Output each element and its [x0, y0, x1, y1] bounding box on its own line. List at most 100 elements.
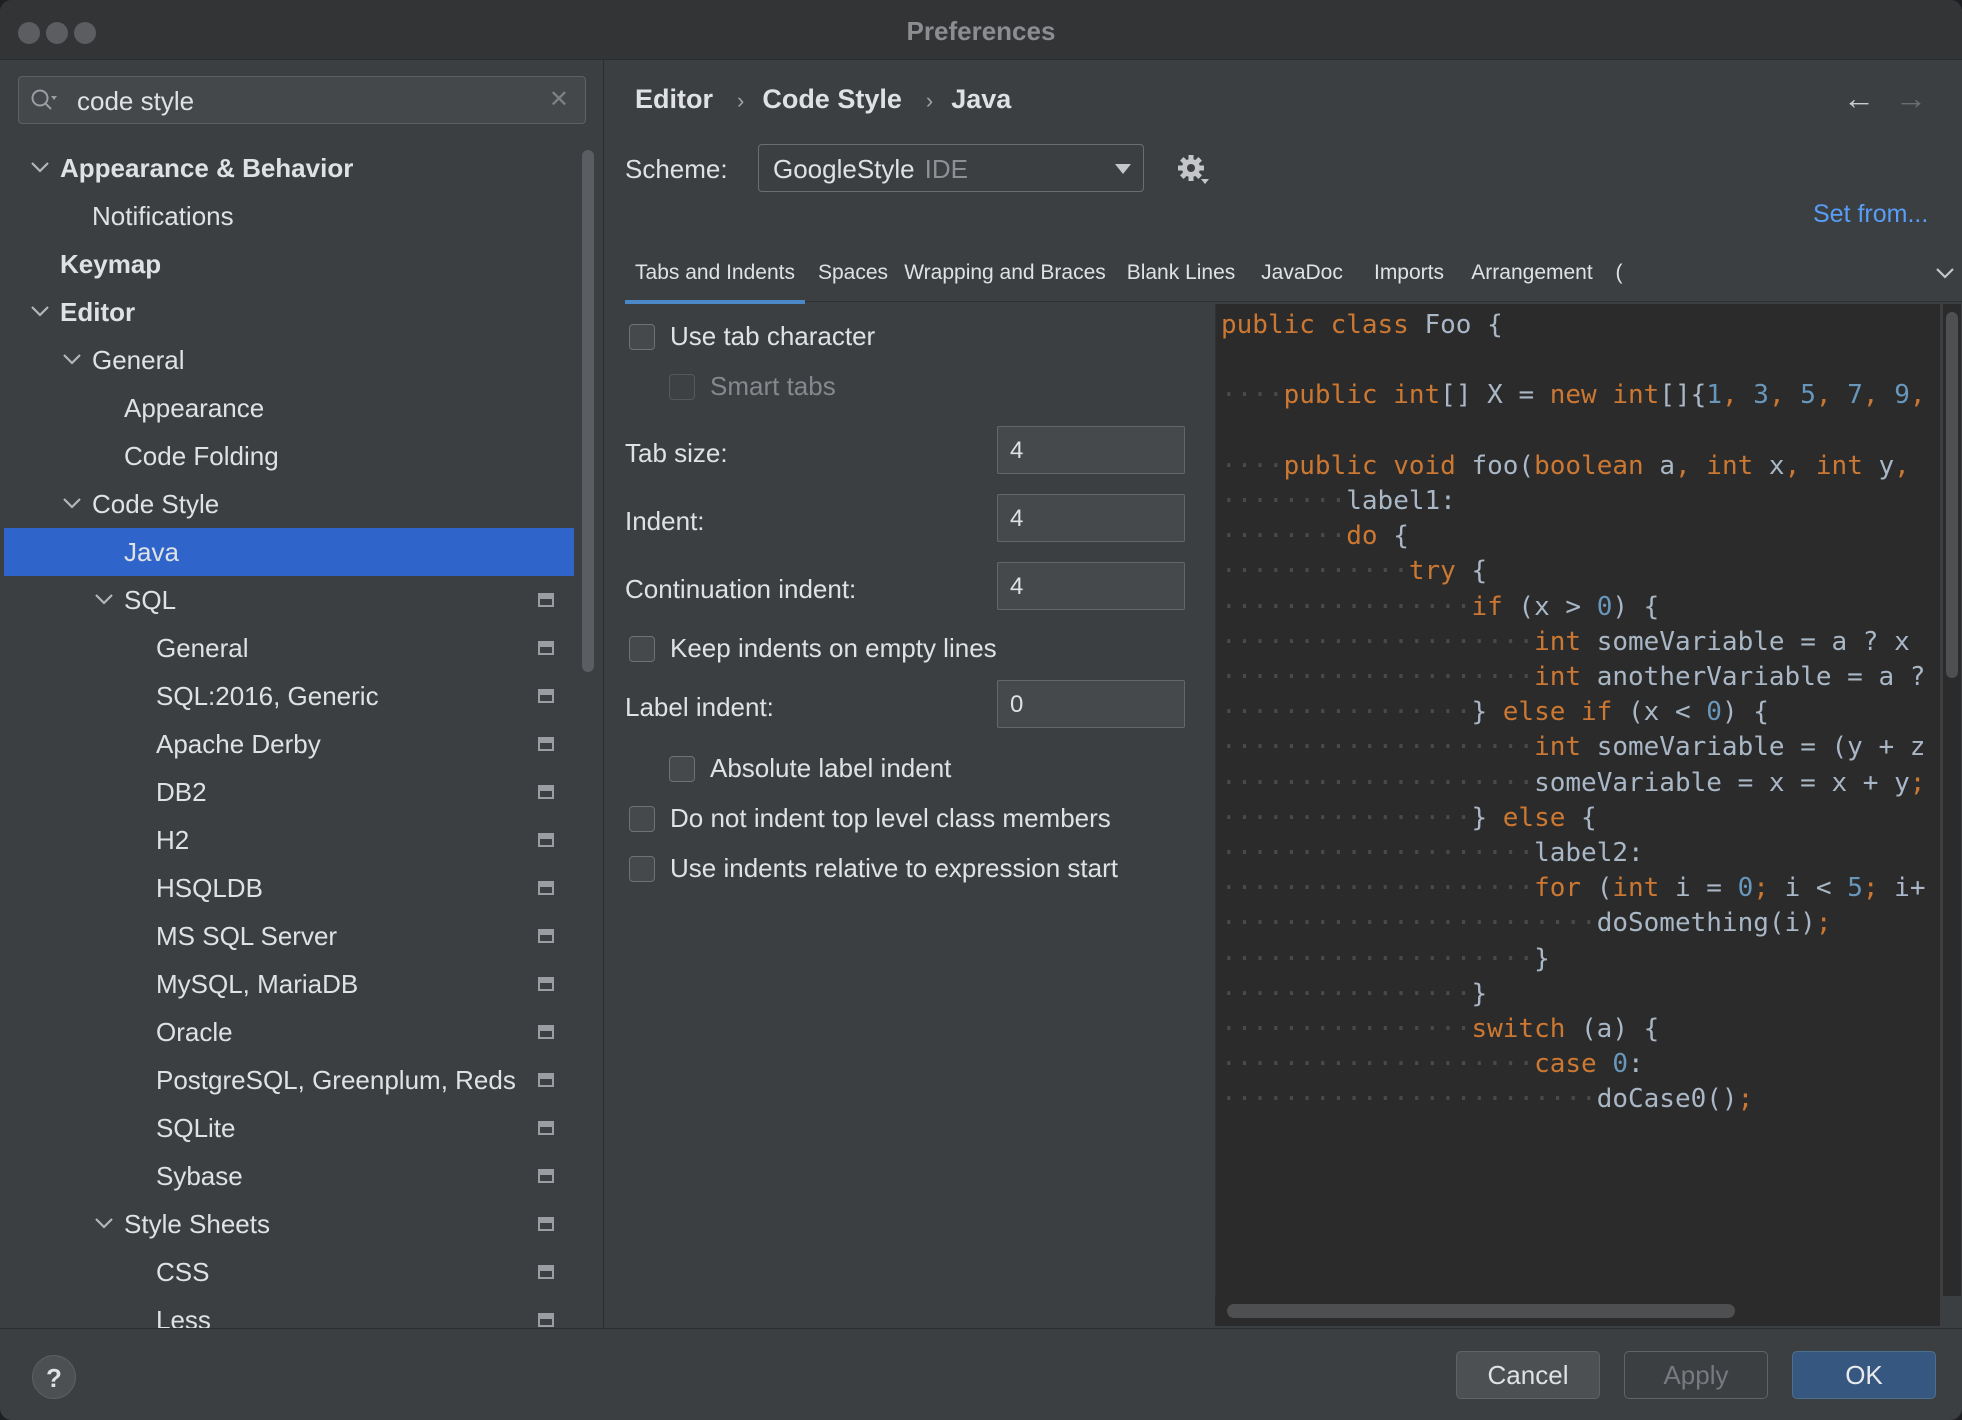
- checkbox-box[interactable]: [669, 374, 695, 400]
- chevron-down-icon[interactable]: [1935, 266, 1955, 280]
- tree-item-label: Style Sheets: [124, 1209, 270, 1239]
- breadcrumb-item[interactable]: Java: [951, 84, 1011, 114]
- tree-item[interactable]: HSQLDB: [4, 864, 574, 912]
- tree-item[interactable]: Appearance: [4, 384, 574, 432]
- project-scope-icon: [538, 737, 554, 751]
- scheme-dropdown[interactable]: GoogleStyle IDE: [758, 144, 1144, 192]
- chevron-down-icon[interactable]: [60, 480, 84, 528]
- tree-item[interactable]: Style Sheets: [4, 1200, 574, 1248]
- search-icon: [31, 89, 57, 110]
- tree-item-label: PostgreSQL, Greenplum, Reds: [156, 1065, 516, 1095]
- tab-size-input[interactable]: 4: [997, 426, 1185, 474]
- tree-item[interactable]: H2: [4, 816, 574, 864]
- project-scope-icon: [538, 1313, 554, 1327]
- clear-search-icon[interactable]: ✕: [549, 85, 569, 114]
- tree-item[interactable]: CSS: [4, 1248, 574, 1296]
- label-indent-input[interactable]: 0: [997, 680, 1185, 728]
- project-scope-icon: [538, 593, 554, 607]
- tree-item[interactable]: Less: [4, 1296, 574, 1328]
- tree-item[interactable]: MySQL, MariaDB: [4, 960, 574, 1008]
- tabs-and-indents-options: Use tab character Smart tabs Tab size: 4…: [605, 304, 1210, 1328]
- tree-item[interactable]: Oracle: [4, 1008, 574, 1056]
- search-input[interactable]: code style: [77, 86, 194, 117]
- tab-spaces[interactable]: Spaces: [815, 250, 891, 302]
- project-scope-icon: [538, 929, 554, 943]
- tab-wrapping-and-braces[interactable]: Wrapping and Braces: [901, 250, 1109, 302]
- tree-item[interactable]: Apache Derby: [4, 720, 574, 768]
- tree-item[interactable]: Keymap: [4, 240, 574, 288]
- tree-item-label: CSS: [156, 1257, 210, 1287]
- tree-item[interactable]: Editor: [4, 288, 574, 336]
- continuation-indent-label: Continuation indent:: [625, 574, 857, 604]
- scheme-value: GoogleStyle: [773, 154, 915, 184]
- settings-sidebar: code style ✕ Appearance & Behavior Notifi…: [0, 60, 604, 1328]
- tab-imports[interactable]: Imports: [1361, 250, 1457, 302]
- breadcrumb-item[interactable]: Editor: [635, 84, 713, 114]
- project-scope-icon: [538, 881, 554, 895]
- code-style-tabs: Tabs and Indents Spaces Wrapping and Brace…: [625, 250, 1962, 304]
- breadcrumb-separator-icon: ›: [737, 88, 745, 113]
- apply-button[interactable]: Apply: [1624, 1351, 1768, 1399]
- code-horizontal-scrollbar[interactable]: [1215, 1296, 1940, 1326]
- code-preview[interactable]: public class Foo { ····public int[] X = …: [1215, 304, 1940, 1296]
- label-indent-label: Label indent:: [625, 692, 774, 722]
- tree-item-label: Code Folding: [124, 441, 279, 471]
- tree-item[interactable]: SQL:2016, Generic: [4, 672, 574, 720]
- tree-item[interactable]: MS SQL Server: [4, 912, 574, 960]
- tab--[interactable]: (: [1613, 250, 1625, 302]
- tree-item-label: Less: [156, 1305, 211, 1328]
- set-from-link[interactable]: Set from...: [1813, 200, 1928, 229]
- tree-item-label: SQL:2016, Generic: [156, 681, 379, 711]
- tab-size-label: Tab size:: [625, 438, 728, 468]
- checkbox-box[interactable]: [669, 756, 695, 782]
- tree-item-label: Notifications: [92, 201, 234, 231]
- chevron-down-icon[interactable]: [60, 336, 84, 384]
- tree-item[interactable]: PostgreSQL, Greenplum, Reds: [4, 1056, 574, 1104]
- tree-item[interactable]: Code Style: [4, 480, 574, 528]
- cancel-button[interactable]: Cancel: [1456, 1351, 1600, 1399]
- tab-blank-lines[interactable]: Blank Lines: [1119, 250, 1243, 302]
- tree-item-label: SQL: [124, 585, 177, 615]
- scheme-scope: IDE: [924, 154, 968, 184]
- tree-item[interactable]: Notifications: [4, 192, 574, 240]
- checkbox-box[interactable]: [629, 324, 655, 350]
- checkbox-box[interactable]: [629, 856, 655, 882]
- checkbox-box[interactable]: [629, 636, 655, 662]
- tree-item-label: Appearance: [124, 393, 265, 423]
- project-scope-icon: [538, 1025, 554, 1039]
- help-button[interactable]: ?: [32, 1355, 76, 1399]
- search-field[interactable]: code style ✕: [18, 76, 586, 124]
- settings-content: Editor › Code Style › Java ← → Scheme: Googl…: [605, 60, 1962, 1328]
- tab-tabs-and-indents[interactable]: Tabs and Indents: [625, 250, 805, 304]
- tree-item[interactable]: SQL: [4, 576, 574, 624]
- back-arrow-icon[interactable]: ←: [1843, 80, 1875, 117]
- continuation-indent-input[interactable]: 4: [997, 562, 1185, 610]
- code-vertical-scrollbar[interactable]: [1943, 304, 1961, 1296]
- chevron-down-icon[interactable]: [28, 144, 52, 192]
- indent-input[interactable]: 4: [997, 494, 1185, 542]
- tree-item[interactable]: Sybase: [4, 1152, 574, 1200]
- tree-item-label: H2: [156, 825, 190, 855]
- tree-item[interactable]: General: [4, 336, 574, 384]
- tree-item[interactable]: Java: [4, 528, 574, 576]
- breadcrumb-item[interactable]: Code Style: [762, 84, 902, 114]
- tab-arrangement[interactable]: Arrangement: [1467, 250, 1597, 302]
- forward-arrow-icon[interactable]: →: [1895, 80, 1927, 117]
- project-scope-icon: [538, 785, 554, 799]
- sidebar-scrollbar[interactable]: [582, 150, 594, 672]
- project-scope-icon: [538, 641, 554, 655]
- gear-icon[interactable]: [1175, 152, 1211, 188]
- tab-javadoc[interactable]: JavaDoc: [1253, 250, 1351, 302]
- tree-item[interactable]: DB2: [4, 768, 574, 816]
- ok-button[interactable]: OK: [1792, 1351, 1936, 1399]
- tree-item[interactable]: SQLite: [4, 1104, 574, 1152]
- tree-item[interactable]: Appearance & Behavior: [4, 144, 574, 192]
- chevron-down-icon[interactable]: [92, 1200, 116, 1248]
- tree-item[interactable]: General: [4, 624, 574, 672]
- chevron-down-icon[interactable]: [28, 288, 52, 336]
- project-scope-icon: [538, 689, 554, 703]
- chevron-down-icon[interactable]: [92, 576, 116, 624]
- tree-item[interactable]: Code Folding: [4, 432, 574, 480]
- project-scope-icon: [538, 1265, 554, 1279]
- checkbox-box[interactable]: [629, 806, 655, 832]
